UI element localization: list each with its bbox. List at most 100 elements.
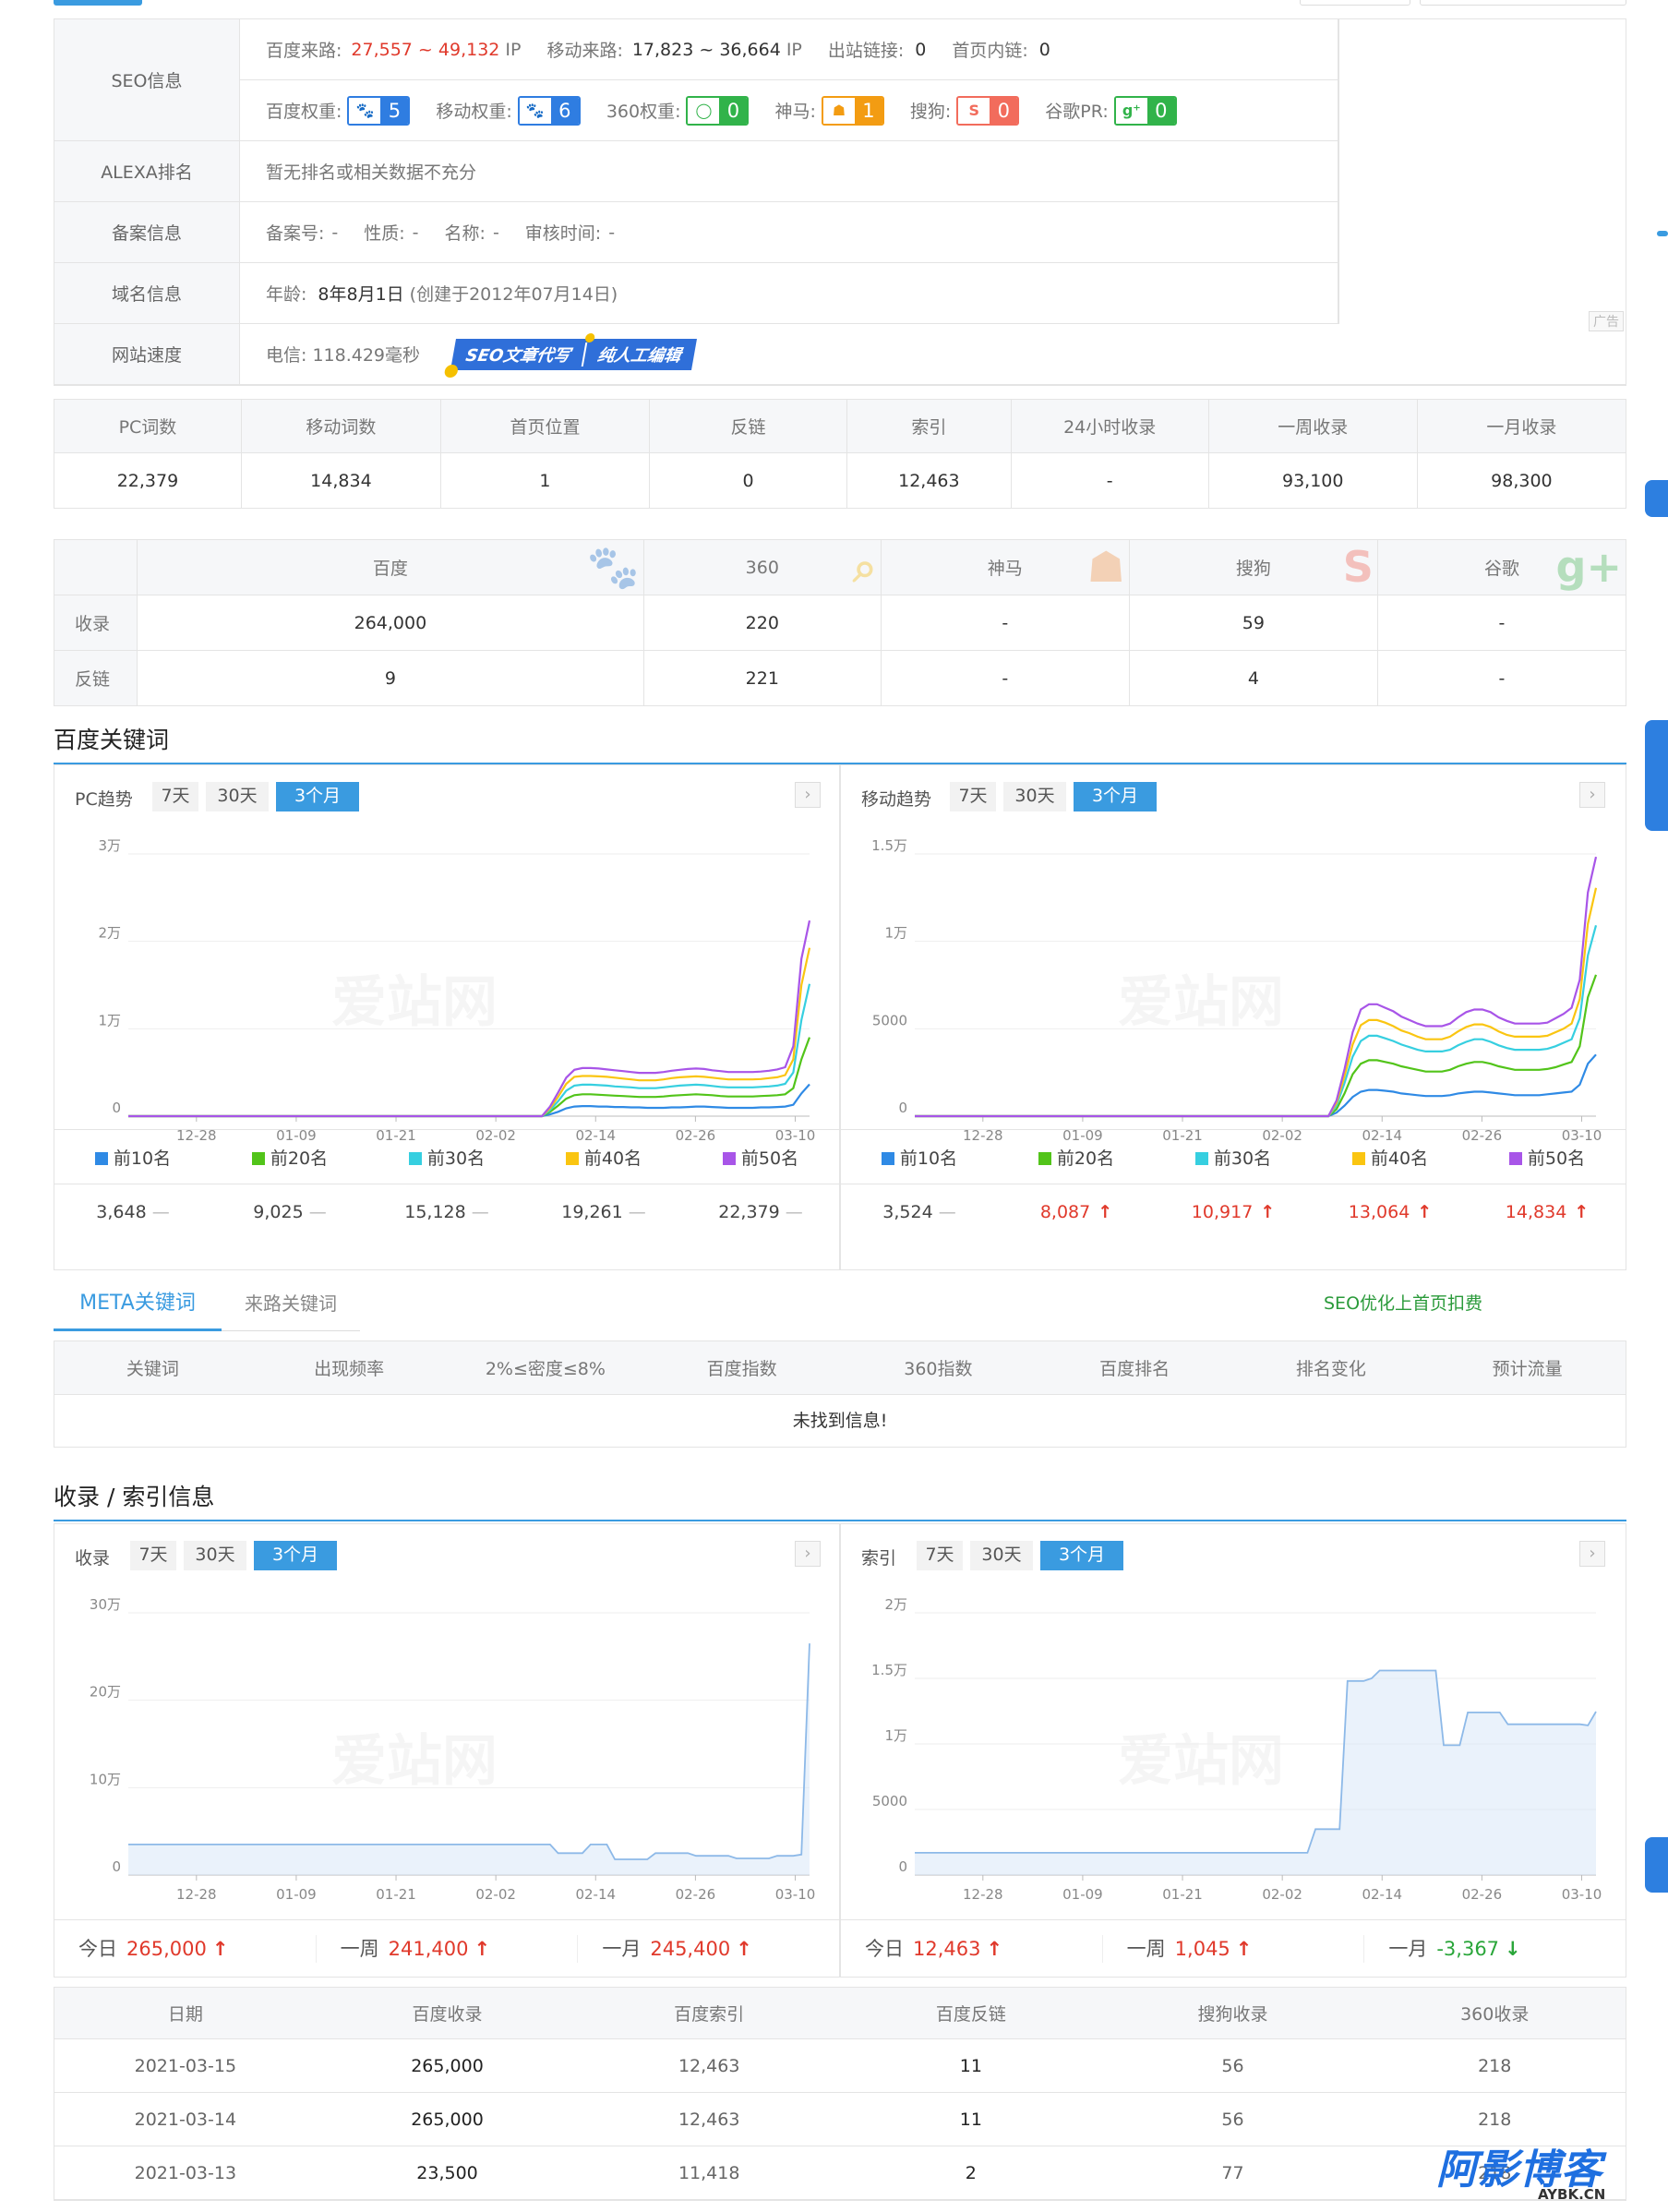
top-button-1[interactable] [1300, 0, 1410, 6]
legend-item[interactable]: 前50名 [682, 1145, 839, 1170]
history-cell: 77 [1221, 2162, 1244, 2183]
flat-dash-icon: — [471, 1202, 489, 1222]
empty-message: 未找到信息! [792, 1411, 888, 1431]
stats-header: PC词数 [54, 399, 242, 453]
x-tick-label: 02-14 [575, 1886, 616, 1903]
range-button-0[interactable]: 7天 [152, 782, 198, 811]
up-arrow-icon: ↑ [1098, 1202, 1113, 1222]
range-button-0[interactable]: 7天 [130, 1541, 176, 1570]
up-arrow-icon: ↑ [211, 1937, 229, 1960]
weights-row: 百度权重: 🐾 5 移动权重: 🐾 6 360权重: ◯ 0 神马: ☗ 1 搜狗: S 0 谷歌PR: g⁺ 0 [240, 80, 1338, 140]
history-cell: 2021-03-14 [134, 2109, 237, 2130]
range-button-0[interactable]: 7天 [917, 1541, 963, 1570]
y-tick-label: 0 [898, 1858, 907, 1875]
seo-writing-ad[interactable]: SEO文章代写 纯人工编辑 [443, 332, 697, 378]
stats-header: 一月收录 [1416, 399, 1627, 453]
magnifier-icon: ⌕ [853, 542, 877, 592]
range-button-1[interactable]: 30天 [1003, 782, 1066, 811]
legend-item[interactable]: 前20名 [211, 1145, 368, 1170]
engine-value: 264,000 [137, 595, 644, 651]
weight-badge[interactable]: 🐾 5 [347, 95, 411, 126]
side-float-tab[interactable] [1645, 480, 1668, 517]
legend-label: 前40名 [583, 1148, 642, 1169]
history-column-header: 百度收录 [412, 2004, 483, 2025]
x-tick-label: 02-02 [475, 1886, 516, 1903]
range-button-2[interactable]: 3个月 [1074, 782, 1157, 811]
top-button-2[interactable] [1420, 0, 1626, 6]
beian-type: - [412, 222, 419, 243]
chevron-right-icon[interactable]: › [1579, 782, 1605, 808]
y-tick-label: 0 [112, 1858, 121, 1875]
range-button-2[interactable]: 3个月 [276, 782, 359, 811]
x-tick-label: 03-10 [775, 1886, 816, 1903]
y-tick-label: 5000 [872, 1793, 907, 1809]
history-cell: 12,463 [678, 2109, 740, 2130]
shenma-icon: ☗ [822, 97, 855, 124]
stats-value: 93,100 [1207, 452, 1418, 509]
weight-value: 0 [1146, 97, 1175, 124]
range-button-0[interactable]: 7天 [950, 782, 996, 811]
paw-icon: 🐾 [519, 97, 551, 124]
weight-badge[interactable]: g⁺ 0 [1113, 95, 1177, 126]
360-icon: ◯ [688, 97, 720, 124]
ad-text-1: SEO文章代写 [463, 345, 572, 366]
meta-column-header: 2%≤密度≤8% [485, 1359, 606, 1379]
y-tick-label: 3万 [98, 837, 121, 854]
legend-item[interactable]: 前50名 [1469, 1145, 1626, 1170]
flat-dash-icon: — [308, 1202, 327, 1222]
beian-time: - [608, 222, 616, 243]
watermark: 爱站网 [331, 1729, 498, 1794]
ad-box[interactable]: 广告 [1338, 19, 1626, 331]
x-tick-label: 01-21 [1162, 1886, 1203, 1903]
series-line [128, 1083, 810, 1118]
x-tick-label: 02-14 [1362, 1886, 1402, 1903]
legend-item[interactable]: 前20名 [998, 1145, 1155, 1170]
alexa-value: 暂无排名或相关数据不充分 [266, 162, 477, 183]
sogou-icon: S [958, 97, 990, 124]
chevron-right-icon[interactable]: › [795, 1541, 821, 1567]
weight-badge[interactable]: 🐾 6 [517, 95, 581, 126]
tab-source-keywords[interactable]: 来路关键词 [222, 1278, 360, 1331]
rank-value: 19,261— [525, 1202, 682, 1222]
history-cell: 218 [1478, 2109, 1512, 2130]
y-tick-label: 1万 [98, 1012, 121, 1028]
engine-row-label: 收录 [54, 595, 138, 651]
rank-count: 13,064 [1348, 1202, 1410, 1222]
range-button-2[interactable]: 3个月 [1040, 1541, 1123, 1570]
range-button-1[interactable]: 30天 [206, 782, 269, 811]
mobile-trend-title: 移动趋势 [861, 789, 932, 810]
rank-value: 3,524— [841, 1202, 998, 1222]
top-tab[interactable] [54, 0, 142, 6]
shoulu-title: 收录 [75, 1548, 111, 1569]
seo-promo-link[interactable]: SEO优化上首页扣费 [1324, 1278, 1482, 1331]
legend-item[interactable]: 前40名 [1312, 1145, 1469, 1170]
side-float-tab[interactable] [1645, 1837, 1668, 1893]
range-button-1[interactable]: 30天 [184, 1541, 246, 1570]
legend-item[interactable]: 前30名 [368, 1145, 525, 1170]
range-button-2[interactable]: 3个月 [254, 1541, 337, 1570]
weight-badge[interactable]: S0 [956, 95, 1020, 126]
side-float-tab[interactable] [1645, 720, 1668, 831]
weight-label: 神马: [774, 102, 816, 122]
weight-badge[interactable]: ☗ 1 [821, 95, 884, 126]
legend-label: 前10名 [899, 1148, 958, 1169]
outbound-links-label: 出站链接: [827, 41, 905, 61]
weight-badge[interactable]: ◯ 0 [686, 95, 750, 126]
domain-age: 8年8月1日 [318, 284, 404, 305]
paw-icon: 🐾 [349, 97, 381, 124]
rank-count: 9,025 [253, 1202, 304, 1222]
chevron-right-icon[interactable]: › [1579, 1541, 1605, 1567]
tab-meta-keywords[interactable]: META关键词 [54, 1278, 222, 1331]
stats-value: - [1010, 452, 1209, 509]
legend-item[interactable]: 前30名 [1155, 1145, 1312, 1170]
table-row: 2021-03-15 265,000 12,463 11 56 218 [54, 2039, 1626, 2093]
legend-item[interactable]: 前40名 [525, 1145, 682, 1170]
range-button-1[interactable]: 30天 [970, 1541, 1033, 1570]
x-tick-label: 02-26 [1462, 1886, 1503, 1903]
legend-item[interactable]: 前10名 [841, 1145, 998, 1170]
legend-item[interactable]: 前10名 [54, 1145, 211, 1170]
chevron-right-icon[interactable]: › [795, 782, 821, 808]
y-tick-label: 1.5万 [871, 1662, 907, 1678]
side-dot [1657, 231, 1668, 236]
engine-value: - [1376, 650, 1627, 706]
